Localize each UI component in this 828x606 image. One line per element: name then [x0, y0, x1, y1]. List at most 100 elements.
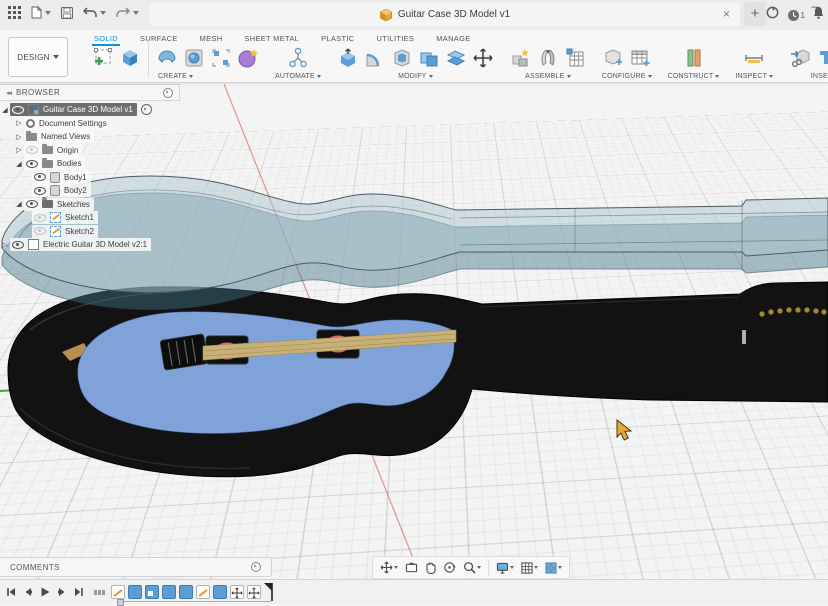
tree-item-bodies[interactable]: ◢ Bodies — [0, 157, 180, 171]
workspace-selector[interactable]: DESIGN — [8, 37, 68, 77]
assemble-menu[interactable]: ASSEMBLE — [525, 73, 570, 80]
move-copy-icon[interactable] — [472, 47, 494, 69]
tab-manage[interactable]: MANAGE — [434, 32, 472, 46]
expand-icon[interactable]: ▷ — [14, 133, 24, 141]
configuration-icon[interactable] — [602, 47, 624, 69]
fit-view-button[interactable] — [405, 562, 418, 573]
visibility-eye-icon[interactable] — [12, 106, 24, 114]
visibility-eye-icon[interactable] — [34, 227, 46, 235]
go-to-end-button[interactable] — [74, 587, 84, 597]
expand-icon[interactable]: ◢ — [14, 160, 24, 168]
redo-button[interactable] — [116, 7, 139, 18]
primitive-box-icon[interactable] — [119, 47, 141, 69]
feature-move-icon[interactable] — [230, 585, 244, 599]
save-button[interactable] — [61, 7, 73, 19]
create-form-icon[interactable] — [237, 47, 259, 69]
visibility-eye-icon[interactable] — [34, 187, 46, 195]
joint-icon[interactable] — [537, 47, 559, 69]
tree-item-body2[interactable]: Body2 — [0, 184, 180, 198]
visibility-eye-icon[interactable] — [34, 173, 46, 181]
configuration-table-icon[interactable] — [629, 47, 651, 69]
comments-options-icon[interactable] — [251, 562, 261, 572]
construct-plane-icon[interactable] — [683, 47, 705, 69]
file-menu-button[interactable] — [31, 6, 51, 19]
play-button[interactable] — [40, 587, 50, 597]
job-status-button[interactable]: 1 — [787, 9, 805, 22]
display-settings-button[interactable] — [496, 562, 514, 574]
tree-item-sketch2[interactable]: Sketch2 — [0, 225, 180, 239]
feature-sketch-icon[interactable] — [196, 585, 210, 599]
feature-extrude-icon[interactable] — [128, 585, 142, 599]
visibility-eye-icon[interactable] — [34, 214, 46, 222]
feature-extrude-icon[interactable] — [162, 585, 176, 599]
feature-extrude-icon[interactable] — [179, 585, 193, 599]
zoom-button[interactable] — [463, 561, 481, 574]
insert-text-icon[interactable] — [816, 47, 828, 69]
visibility-eye-icon[interactable] — [26, 200, 38, 208]
insert-menu[interactable]: INSERT — [811, 73, 828, 80]
automate-menu[interactable]: AUTOMATE — [275, 73, 321, 80]
tab-close-button[interactable]: × — [723, 7, 730, 21]
automate-icon[interactable] — [287, 47, 309, 69]
collapse-panel-icon[interactable]: ◂◂ — [6, 89, 11, 97]
tab-solid[interactable]: SOLID — [92, 32, 120, 46]
panel-options-icon[interactable] — [163, 88, 173, 98]
visibility-eye-icon[interactable] — [12, 241, 24, 249]
step-back-button[interactable] — [23, 587, 33, 597]
pan-button[interactable] — [380, 561, 398, 574]
tab-sheet-metal[interactable]: SHEET METAL — [242, 32, 301, 46]
tree-item-electric-guitar[interactable]: ▷ Electric Guitar 3D Model v2:1 — [0, 238, 180, 252]
go-to-start-button[interactable] — [6, 587, 16, 597]
pan-hand-icon[interactable] — [425, 562, 436, 574]
timeline-track-handle[interactable] — [117, 599, 124, 606]
fillet-icon[interactable] — [364, 47, 386, 69]
grid-settings-button[interactable] — [521, 562, 538, 574]
pattern-icon[interactable] — [210, 47, 232, 69]
extension-icon[interactable] — [766, 6, 779, 24]
feature-sketch-icon[interactable] — [111, 585, 125, 599]
expand-icon[interactable]: ▷ — [0, 241, 10, 249]
tree-item-origin[interactable]: ▷ Origin — [0, 144, 180, 158]
visibility-eye-icon[interactable] — [26, 146, 38, 154]
configure-menu[interactable]: CONFIGURE — [602, 73, 652, 80]
undo-button[interactable] — [83, 7, 106, 18]
tab-surface[interactable]: SURFACE — [138, 32, 180, 46]
app-grid-menu-icon[interactable] — [8, 6, 21, 19]
tree-item-sketch1[interactable]: Sketch1 — [0, 211, 180, 225]
bom-table-icon[interactable] — [564, 47, 586, 69]
feature-canvas-icon[interactable] — [145, 585, 159, 599]
undo-caret-icon[interactable] — [100, 11, 106, 15]
press-pull-icon[interactable] — [337, 47, 359, 69]
construct-menu[interactable]: CONSTRUCT — [668, 73, 720, 80]
tab-plastic[interactable]: PLASTIC — [319, 32, 356, 46]
tab-utilities[interactable]: UTILITIES — [375, 32, 417, 46]
redo-caret-icon[interactable] — [133, 11, 139, 15]
create-menu[interactable]: CREATE — [158, 73, 193, 80]
guitar-case-body[interactable] — [8, 282, 828, 477]
new-component-icon[interactable] — [510, 47, 532, 69]
create-sketch-icon[interactable] — [92, 47, 114, 69]
tab-mesh[interactable]: MESH — [198, 32, 225, 46]
inspect-menu[interactable]: INSPECT — [735, 73, 773, 80]
expand-icon[interactable]: ◢ — [0, 106, 10, 114]
document-tab[interactable]: Guitar Case 3D Model v1 — [380, 9, 510, 21]
expand-icon[interactable]: ◢ — [14, 200, 24, 208]
feature-move-icon[interactable] — [247, 585, 261, 599]
expand-icon[interactable]: ▷ — [14, 146, 24, 154]
tree-item-document-settings[interactable]: ▷ Document Settings — [0, 117, 180, 131]
expand-icon[interactable]: ▷ — [14, 119, 24, 127]
tree-item-sketches[interactable]: ◢ Sketches — [0, 198, 180, 212]
offset-face-icon[interactable] — [445, 47, 467, 69]
tree-item-root[interactable]: ◢ Guitar Case 3D Model v1 — [0, 103, 180, 117]
tree-item-body1[interactable]: Body1 — [0, 171, 180, 185]
insert-derive-icon[interactable] — [789, 47, 811, 69]
viewports-button[interactable] — [545, 562, 562, 574]
visibility-eye-icon[interactable] — [26, 160, 38, 168]
combine-icon[interactable] — [418, 47, 440, 69]
orbit-button[interactable] — [443, 561, 456, 574]
timeline-track[interactable] — [123, 601, 271, 602]
comments-bar[interactable]: COMMENTS — [0, 557, 272, 577]
timeline-marker[interactable] — [263, 582, 275, 602]
feature-extrude-icon[interactable] — [213, 585, 227, 599]
minimize-button[interactable]: – — [811, 0, 818, 13]
